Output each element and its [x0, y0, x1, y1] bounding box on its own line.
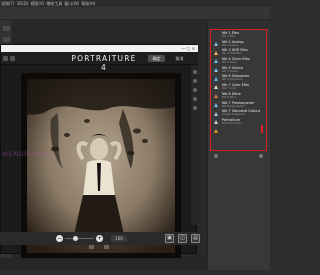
action-item[interactable]: Nik 1 Efex Nik 1 Efex: [213, 31, 265, 46]
action-item[interactable]: Nik 4 Silver Efex Nik 4 Silver: [213, 57, 265, 73]
preview-photo[interactable]: [27, 79, 175, 253]
zoom-slider[interactable]: [65, 238, 94, 239]
actions-list: Nik 1 Efex Nik 1 Efex Nik 2 Analog Nik 2 An…: [213, 31, 265, 133]
panel-tab[interactable]: [208, 20, 271, 29]
action-item[interactable]: Nik 3 HDR Efex Nik 3 HDR Efex: [213, 48, 265, 64]
action-item[interactable]: Nik 6 Sharpener Nik 6 Sharpener: [213, 74, 265, 90]
action-item[interactable]: Nik 7 Presharpener Nik Presharpener: [213, 101, 265, 116]
action-subtitle: Nik 5 Viveza: [222, 69, 238, 73]
menu-3d[interactable]: 3D(D): [17, 0, 29, 7]
action-subtitle: Nik 4 Silver: [222, 61, 237, 65]
action-subtitle: Nik Presharpener: [222, 104, 245, 108]
action-item[interactable]: Nik 5 Viveza Nik 5 Viveza: [213, 66, 265, 81]
action-subtitle: Portraiture skin: [222, 121, 242, 125]
zoom-bar: − + 100 ▣ ◫ ▤: [0, 232, 207, 245]
mask-icon[interactable]: [192, 88, 197, 92]
zoom-in-button[interactable]: +: [96, 235, 103, 242]
fit-view-icon[interactable]: ▣: [165, 234, 174, 243]
menu-window[interactable]: 窗口(W): [64, 0, 79, 7]
action-item[interactable]: Nik 7 Color Efex Nik 7 Color: [213, 83, 265, 99]
menu-help[interactable]: 帮助(H): [81, 0, 95, 7]
cancel-button[interactable]: 取消: [171, 55, 188, 62]
action-item[interactable]: Portraiture Portraiture skin: [213, 118, 265, 133]
side-tool-rail: [191, 65, 198, 225]
zoom-slider-handle[interactable]: [72, 236, 78, 241]
nik-hdr-icon: [213, 49, 219, 64]
menu-view[interactable]: 视图(V): [30, 0, 44, 7]
stop-icon[interactable]: [214, 154, 218, 158]
watermark: WENDRUSHUI: [2, 150, 52, 158]
status-bar: [0, 258, 207, 270]
action-item[interactable]: Nik 7 Standard Output Output sharpener: [213, 109, 265, 125]
nik-silver-icon: [213, 58, 219, 73]
nik-sharpener-icon: [213, 75, 219, 90]
compare-view-icon[interactable]: ▤: [191, 234, 200, 243]
action-subtitle: Nik 1 Efex: [222, 35, 236, 38]
nik-analog-icon: [213, 41, 219, 55]
photo-illustration: [27, 79, 175, 253]
tool-icon[interactable]: [2, 37, 10, 42]
panel-bottom-controls: [210, 152, 267, 160]
menu-bar: 滤镜(T) 3D(D) 视图(V) 增效工具 窗口(W) 帮助(H): [0, 0, 270, 7]
nik-dfine-icon: [213, 93, 219, 107]
annotation-marker: [261, 125, 263, 133]
nik-viveza-icon: [213, 67, 219, 81]
action-subtitle: Nik 8 Dfine: [222, 95, 237, 99]
menu-plugins[interactable]: 增效工具: [46, 0, 62, 7]
action-subtitle: Nik 3 HDR Efex: [222, 52, 242, 56]
plugin-header: PORTRAITURE 4 确定 取消: [1, 52, 198, 72]
zoom-out-button[interactable]: −: [56, 235, 63, 242]
options-toolbar: [0, 7, 270, 20]
action-subtitle: Output sharpener: [222, 113, 246, 117]
nik-output-icon: [213, 110, 219, 125]
info-icon[interactable]: [10, 56, 15, 61]
tool-icon[interactable]: [2, 26, 10, 31]
action-item[interactable]: Nik 2 Analog Nik 2 Analog: [213, 40, 265, 55]
delete-icon[interactable]: [259, 154, 263, 158]
menu-icon[interactable]: [3, 56, 8, 61]
ok-button[interactable]: 确定: [148, 55, 165, 62]
picker-icon[interactable]: [192, 97, 197, 101]
hand-icon[interactable]: [192, 79, 197, 83]
before-after-icon[interactable]: [192, 70, 197, 74]
menu-filter[interactable]: 滤镜(T): [1, 0, 15, 7]
nik-color-icon: [213, 84, 219, 99]
action-subtitle: Nik 7 Color: [222, 87, 237, 91]
window-controls-icon[interactable]: — ▢ ✕: [181, 46, 195, 51]
action-subtitle: Nik 2 Analog: [222, 43, 239, 47]
nik-efex-icon: [213, 32, 219, 46]
nik-presharpener-icon: [213, 102, 219, 116]
portraiture-icon: [213, 119, 219, 133]
action-item[interactable]: Nik 8 Dfine Nik 8 Dfine: [213, 92, 265, 107]
preview-icon[interactable]: [192, 106, 197, 110]
window-titlebar[interactable]: — ▢ ✕: [1, 45, 198, 52]
zoom-value[interactable]: 100: [111, 235, 127, 242]
split-view-icon[interactable]: ◫: [178, 234, 187, 243]
header-left-icons: [3, 56, 17, 61]
portraiture-window: — ▢ ✕ PORTRAITURE 4 确定 取消: [0, 44, 198, 259]
action-subtitle: Nik 6 Sharpener: [222, 78, 243, 82]
